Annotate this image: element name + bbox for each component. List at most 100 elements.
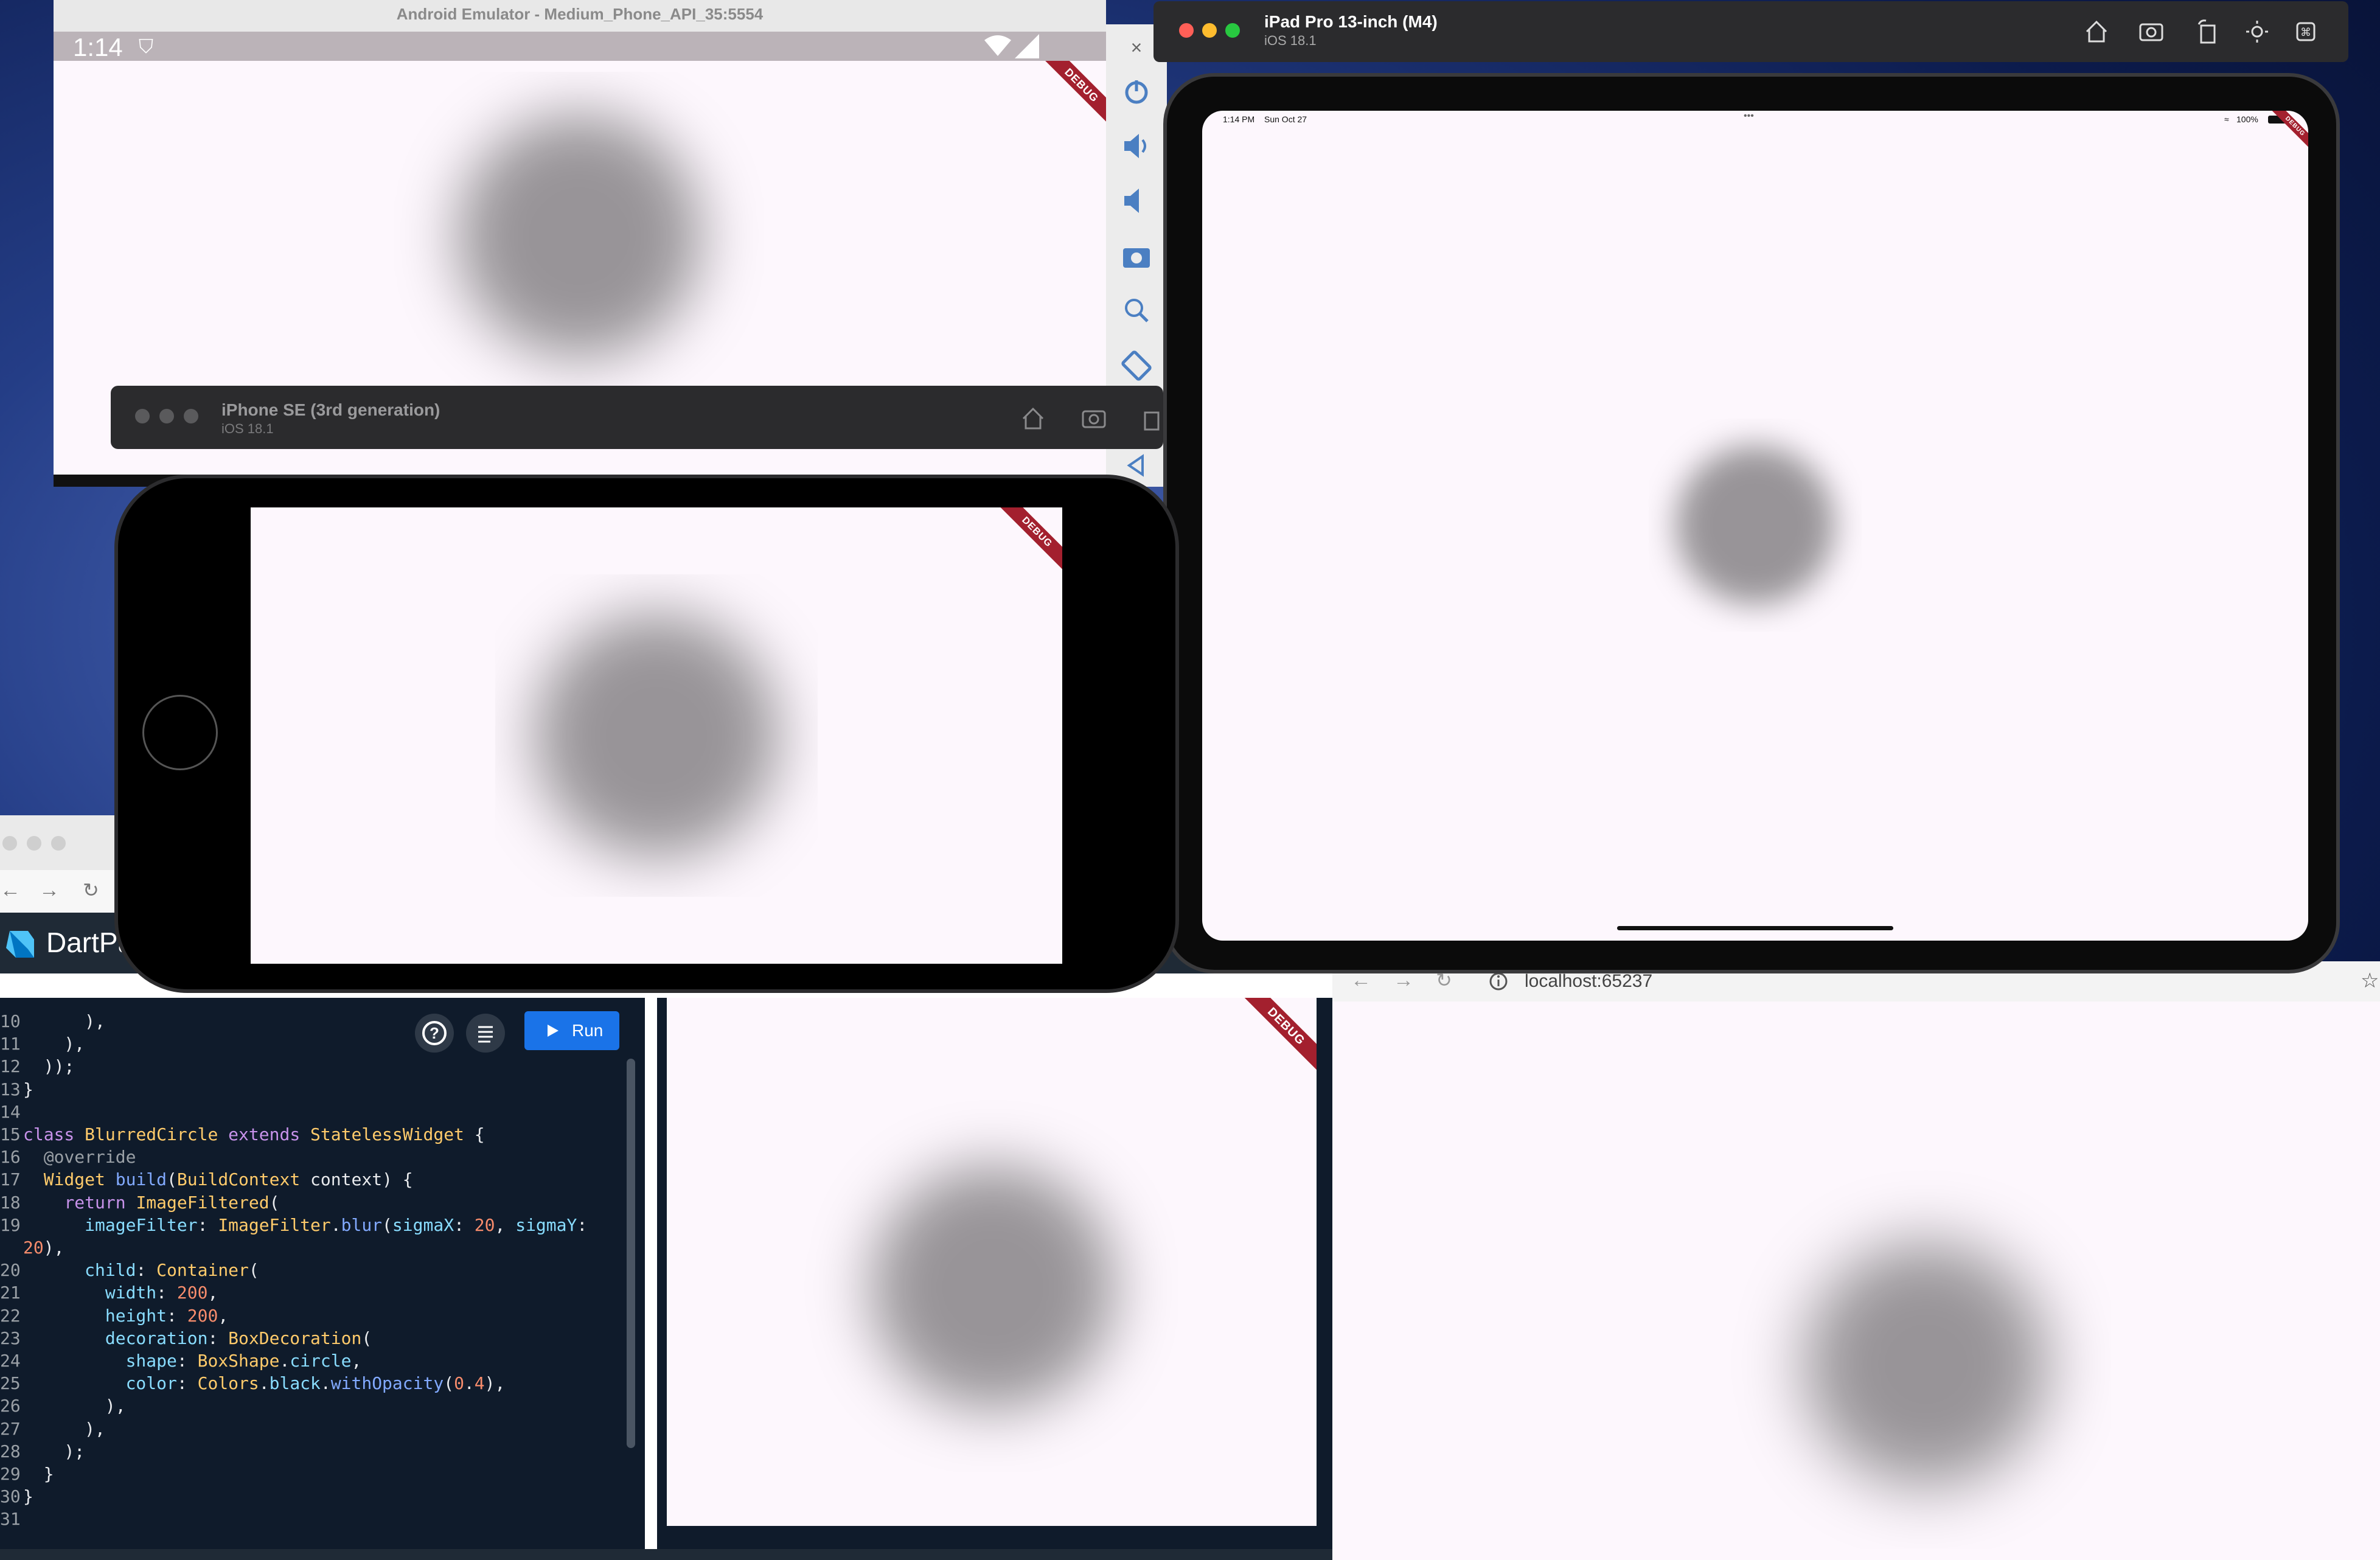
window-zoom-dot[interactable] xyxy=(1225,23,1240,38)
line-number: 27 xyxy=(0,1418,21,1439)
screenshot-icon[interactable] xyxy=(2137,17,2166,46)
blurred-circle xyxy=(1722,1160,2111,1549)
reload-icon[interactable]: ↻ xyxy=(83,879,99,902)
keyboard-icon[interactable]: ⌘ xyxy=(2291,17,2320,46)
line-number: 19 xyxy=(0,1214,21,1235)
code-line: 30} xyxy=(0,1485,33,1508)
line-number: 15 xyxy=(0,1124,21,1144)
line-number: 31 xyxy=(0,1509,21,1530)
code-line: 29 } xyxy=(0,1463,54,1486)
volume-up-icon[interactable] xyxy=(1118,128,1155,164)
multitasking-dots[interactable]: ••• xyxy=(1744,111,1754,122)
window-zoom-dot[interactable] xyxy=(184,409,198,423)
blurred-circle xyxy=(495,574,818,897)
code-line: 27 ), xyxy=(0,1418,105,1441)
ipad-status-date: Sun Oct 27 xyxy=(1264,114,1307,124)
code-line: 24 shape: BoxShape.circle, xyxy=(0,1349,361,1373)
debug-banner: DEBUG xyxy=(989,507,1062,580)
line-number: 29 xyxy=(0,1464,21,1484)
line-number: 28 xyxy=(0,1441,21,1461)
code-text: shape: BoxShape.circle, xyxy=(125,1351,362,1371)
code-editor[interactable]: 10 ), 11 ), 12 )); 13} 14 15 class BlurredCirc… xyxy=(0,998,645,1560)
code-line: 28 ); xyxy=(0,1440,85,1463)
line-number: 12 xyxy=(0,1056,21,1077)
line-number: 11 xyxy=(0,1034,21,1054)
window-close-dot[interactable] xyxy=(2,836,17,851)
android-window-title: Android Emulator - Medium_Phone_API_35:5… xyxy=(396,5,764,23)
rotate-icon[interactable] xyxy=(1118,347,1155,383)
home-indicator[interactable] xyxy=(1617,926,1893,930)
home-icon[interactable] xyxy=(1018,404,1048,433)
code-text: ), xyxy=(64,1034,85,1054)
info-icon xyxy=(1488,971,1509,992)
format-button[interactable] xyxy=(466,1014,505,1053)
line-number: 30 xyxy=(0,1486,21,1507)
code-line: 12 )); xyxy=(0,1055,74,1078)
line-number: 17 xyxy=(0,1169,21,1190)
wifi-icon: ≈ xyxy=(2224,114,2229,124)
run-button[interactable]: Run xyxy=(524,1011,619,1050)
line-number: 24 xyxy=(0,1351,21,1371)
rotate-icon[interactable] xyxy=(2193,17,2222,46)
line-number: 23 xyxy=(0,1328,21,1348)
zoom-icon[interactable] xyxy=(1118,292,1155,329)
window-zoom-dot[interactable] xyxy=(51,836,66,851)
blurred-circle xyxy=(1649,419,1862,632)
brightness-icon[interactable] xyxy=(2243,17,2272,46)
iphone-device-frame: DEBUG xyxy=(114,475,1179,993)
window-minimize-dot[interactable] xyxy=(1202,23,1217,38)
screenshot-icon[interactable] xyxy=(1079,404,1108,433)
address-bar-url[interactable]: localhost:65237 xyxy=(1525,971,1652,992)
back-icon[interactable] xyxy=(1118,450,1155,481)
line-number: 16 xyxy=(0,1147,21,1168)
window-minimize-dot[interactable] xyxy=(159,409,174,423)
battery-icon xyxy=(2268,116,2286,124)
line-number: 10 xyxy=(0,1011,21,1031)
line-number: 14 xyxy=(0,1101,21,1122)
home-icon[interactable] xyxy=(2082,17,2111,46)
camera-icon[interactable] xyxy=(1118,237,1155,274)
forward-arrow-icon[interactable]: → xyxy=(39,879,60,902)
android-status-time: 1:14 xyxy=(73,33,123,61)
window-close-dot[interactable] xyxy=(1179,23,1194,38)
code-lines: 10 ), 11 ), 12 )); 13} 14 15 class BlurredCirc… xyxy=(0,1010,621,1558)
help-button[interactable]: ? xyxy=(415,1014,454,1053)
volume-down-icon[interactable] xyxy=(1118,183,1155,219)
code-line: 20), xyxy=(0,1236,64,1259)
line-number: 22 xyxy=(0,1305,21,1326)
back-arrow-icon[interactable]: ← xyxy=(0,879,21,902)
code-text: decoration: BoxDecoration( xyxy=(105,1328,372,1348)
android-title-bar[interactable]: Android Emulator - Medium_Phone_API_35:5… xyxy=(54,0,1106,32)
editor-scrollbar[interactable] xyxy=(627,1059,635,1448)
code-line: 11 ), xyxy=(0,1032,85,1056)
power-icon[interactable] xyxy=(1118,73,1155,110)
window-close-dot[interactable] xyxy=(135,409,150,423)
window-minimize-dot[interactable] xyxy=(27,836,41,851)
code-text: } xyxy=(43,1464,54,1484)
iphone-title-bar[interactable]: iPhone SE (3rd generation) iOS 18.1 xyxy=(111,386,1163,449)
dart-logo-icon xyxy=(4,927,35,961)
code-text: return ImageFiltered( xyxy=(64,1192,280,1213)
browser-window: ← → ↻ localhost:65237 ☆ xyxy=(1332,961,2380,1560)
browser-app-canvas xyxy=(1332,1001,2380,1560)
code-line: 13} xyxy=(0,1078,33,1101)
code-line: 16 @override xyxy=(0,1146,136,1169)
iphone-device-name: iPhone SE (3rd generation) xyxy=(221,400,440,419)
blurred-circle xyxy=(788,1083,1178,1472)
line-number: 21 xyxy=(0,1283,21,1303)
close-icon[interactable]: × xyxy=(1118,37,1155,61)
iphone-home-button[interactable] xyxy=(142,695,218,770)
code-text: ), xyxy=(85,1011,105,1031)
line-number: 25 xyxy=(0,1373,21,1394)
rotate-icon[interactable] xyxy=(1136,404,1163,433)
play-icon xyxy=(548,1025,558,1037)
ipad-title-bar[interactable]: iPad Pro 13-inch (M4) iOS 18.1 ⌘ xyxy=(1153,1,2348,62)
wifi-icon xyxy=(984,34,1011,57)
code-text: ), xyxy=(85,1418,105,1439)
code-line: 22 height: 200, xyxy=(0,1304,228,1328)
code-text: imageFilter: ImageFilter.blur(sigmaX: 20… xyxy=(85,1214,588,1235)
run-button-label: Run xyxy=(572,1021,604,1040)
debug-banner: DEBUG xyxy=(1033,61,1106,134)
bookmark-star-icon[interactable]: ☆ xyxy=(2361,969,2379,993)
dartpad-footer xyxy=(0,1549,1338,1560)
